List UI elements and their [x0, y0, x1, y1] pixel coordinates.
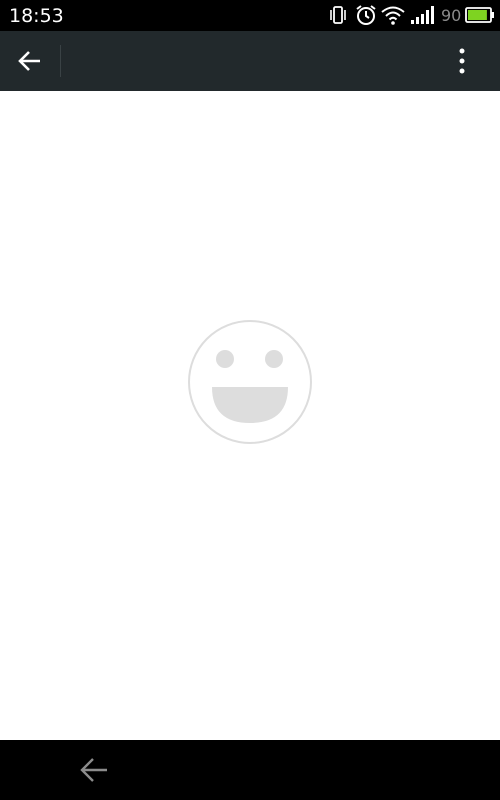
battery-level: 90: [441, 6, 462, 25]
content-area: [0, 91, 500, 740]
alarm-icon: [354, 4, 378, 30]
more-vertical-icon: [459, 48, 465, 74]
battery-icon: [465, 4, 495, 30]
screen: 18:53 90: [0, 0, 500, 800]
wifi-icon: [380, 4, 406, 30]
status-bar: 18:53 90: [0, 0, 500, 31]
status-time: 18:53: [9, 5, 64, 27]
toolbar-divider: [60, 45, 61, 77]
vibrate-icon: [328, 4, 348, 30]
nav-back-button[interactable]: [68, 748, 120, 792]
smiley-face-icon: [187, 319, 313, 449]
signal-icon: [410, 4, 438, 30]
arrow-left-icon: [18, 51, 40, 71]
back-button[interactable]: [6, 37, 54, 85]
toolbar: [0, 31, 500, 91]
navigation-bar: [0, 740, 500, 800]
more-options-button[interactable]: [440, 37, 484, 85]
arrow-left-icon: [80, 758, 107, 782]
